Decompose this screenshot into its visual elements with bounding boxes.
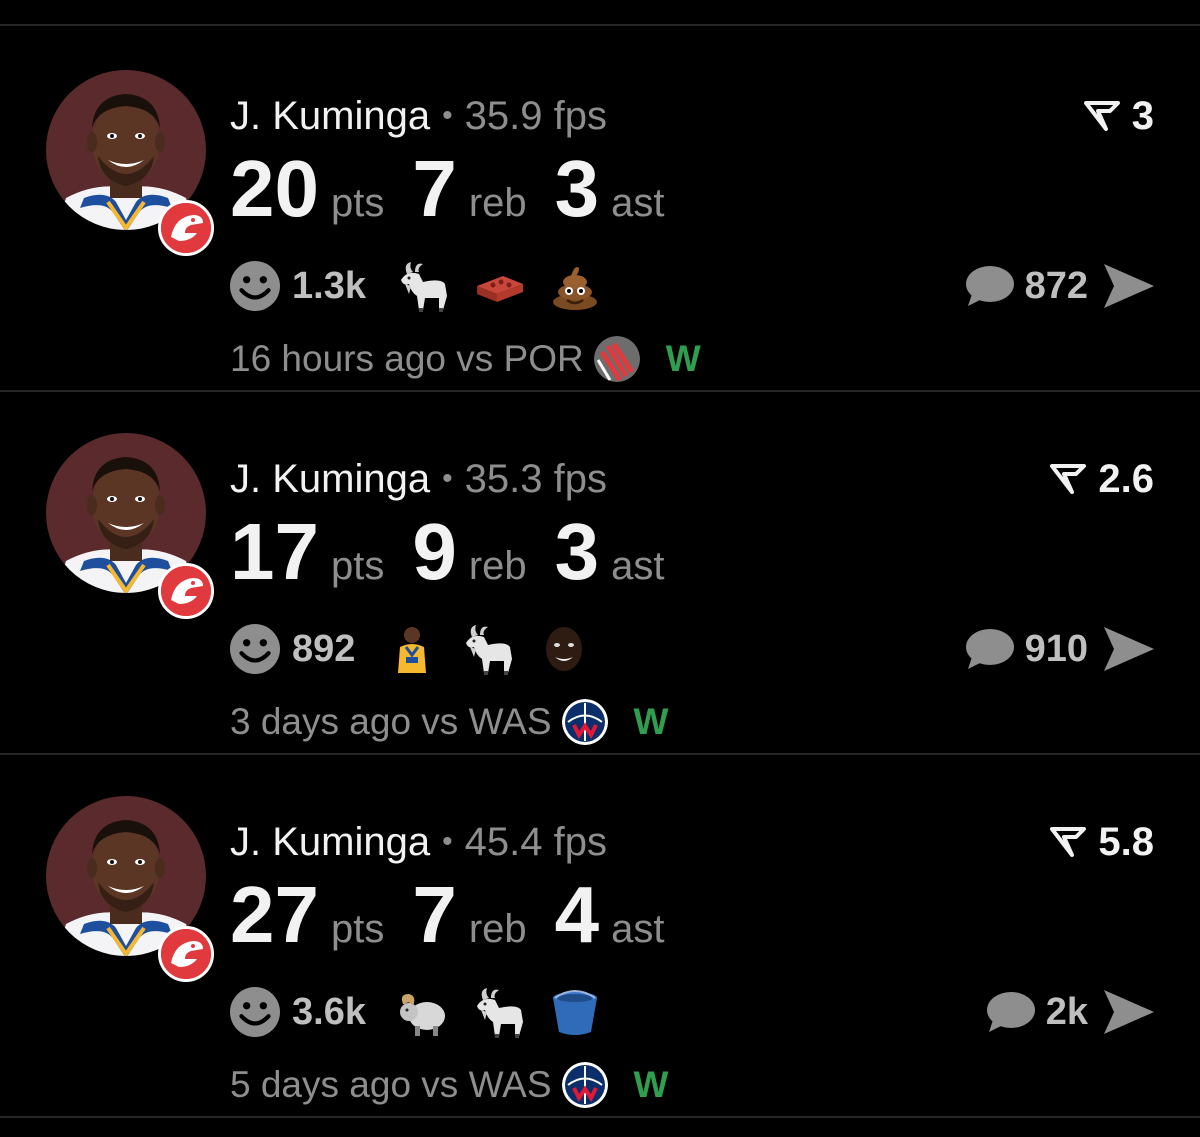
assists-value: 4: [554, 870, 600, 959]
reaction-count: 892: [292, 627, 356, 670]
game-meta: 5 days ago vs WAS W: [230, 1060, 668, 1110]
points-value: 27: [230, 870, 319, 959]
player-avatar[interactable]: [46, 796, 214, 982]
points-value: 20: [230, 144, 319, 233]
comments-button[interactable]: 910: [965, 621, 1088, 677]
comment-icon: [986, 992, 1035, 1032]
stat-line: 27 pts 7 reb 4 ast: [230, 870, 693, 960]
comments-button[interactable]: 2k: [986, 984, 1088, 1040]
player-sticker[interactable]: [385, 622, 439, 676]
send-arrow-icon: [1104, 990, 1154, 1034]
bucket-emoji[interactable]: [548, 985, 602, 1039]
post-title: J. Kuminga • 35.9 fps: [230, 92, 607, 140]
poop-emoji[interactable]: [548, 259, 602, 313]
hawks-logo-icon: [158, 563, 214, 619]
comment-count: 910: [1024, 627, 1088, 670]
wizards-logo-icon[interactable]: [561, 699, 608, 745]
reactions: 1.3k: [230, 258, 624, 314]
rating-badge[interactable]: 5.8: [1050, 818, 1154, 866]
smile-react-icon[interactable]: [230, 987, 280, 1037]
player-name[interactable]: J. Kuminga: [230, 820, 430, 864]
rebounds-label: reb: [468, 907, 527, 951]
game-post-card[interactable]: J. Kuminga • 35.9 fps 3 20 pts 7 reb 3 ast 1.…: [0, 26, 1200, 388]
assists-label: ast: [611, 544, 665, 588]
reaction-count: 3.6k: [292, 990, 366, 1033]
rating-icon: [1050, 464, 1087, 494]
comment-icon: [965, 629, 1014, 669]
assists-value: 3: [554, 144, 600, 233]
game-result: W: [633, 1064, 669, 1105]
hawks-logo-icon: [158, 926, 214, 982]
rating-value: 3: [1131, 94, 1154, 138]
wizards-logo-icon[interactable]: [561, 1062, 608, 1108]
game-time-opponent: 3 days ago vs WAS: [230, 701, 552, 742]
game-meta: 16 hours ago vs POR W: [230, 334, 701, 384]
points-label: pts: [330, 907, 385, 951]
player-avatar[interactable]: [46, 433, 214, 619]
separator-dot: •: [442, 99, 453, 132]
divider: [0, 1116, 1200, 1118]
game-time-opponent: 16 hours ago vs POR: [230, 338, 584, 379]
rating-badge[interactable]: 2.6: [1050, 455, 1154, 503]
player-avatar[interactable]: [46, 70, 214, 256]
post-title: J. Kuminga • 45.4 fps: [230, 818, 607, 866]
smile-react-icon[interactable]: [230, 261, 280, 311]
comment-icon: [965, 266, 1014, 306]
smile-react-icon[interactable]: [230, 624, 280, 674]
stat-line: 20 pts 7 reb 3 ast: [230, 144, 693, 234]
rating-value: 2.6: [1098, 457, 1154, 501]
send-arrow-icon: [1104, 264, 1154, 308]
reaction-count: 1.3k: [292, 264, 366, 307]
game-time-opponent: 5 days ago vs WAS: [230, 1064, 552, 1105]
rebounds-value: 7: [412, 870, 457, 959]
points-value: 17: [230, 507, 319, 596]
separator-dot: •: [442, 825, 453, 858]
game-post-card[interactable]: J. Kuminga • 45.4 fps 5.8 27 pts 7 reb 4 ast …: [0, 752, 1200, 1114]
rebounds-value: 7: [412, 144, 457, 233]
share-button[interactable]: [1102, 986, 1156, 1038]
player-name[interactable]: J. Kuminga: [230, 94, 430, 138]
player-face-sticker[interactable]: [537, 622, 591, 676]
rebounds-value: 9: [412, 507, 457, 596]
reactions: 3.6k: [230, 984, 624, 1040]
rebounds-label: reb: [468, 544, 527, 588]
player-name[interactable]: J. Kuminga: [230, 457, 430, 501]
points-label: pts: [330, 544, 385, 588]
goat-emoji[interactable]: [472, 985, 526, 1039]
points-label: pts: [330, 181, 385, 225]
game-result: W: [633, 701, 669, 742]
ram-emoji[interactable]: [396, 985, 450, 1039]
fantasy-points: 35.3 fps: [464, 457, 607, 501]
rating-icon: [1050, 827, 1087, 857]
blazers-logo-icon[interactable]: [594, 336, 640, 382]
rating-badge[interactable]: 3: [1083, 92, 1154, 140]
rating-icon: [1083, 101, 1120, 131]
assists-label: ast: [611, 181, 665, 225]
send-arrow-icon: [1104, 627, 1154, 671]
share-button[interactable]: [1102, 260, 1156, 312]
game-result: W: [665, 338, 701, 379]
goat-emoji[interactable]: [461, 622, 515, 676]
post-title: J. Kuminga • 35.3 fps: [230, 455, 607, 503]
fantasy-points: 35.9 fps: [464, 94, 607, 138]
comment-count: 872: [1024, 264, 1088, 307]
comment-count: 2k: [1045, 990, 1088, 1033]
game-meta: 3 days ago vs WAS W: [230, 697, 668, 747]
separator-dot: •: [442, 462, 453, 495]
goat-emoji[interactable]: [396, 259, 450, 313]
rating-value: 5.8: [1098, 820, 1154, 864]
share-button[interactable]: [1102, 623, 1156, 675]
assists-label: ast: [611, 907, 665, 951]
reactions: 892: [230, 621, 613, 677]
brick-emoji[interactable]: [472, 259, 526, 313]
assists-value: 3: [554, 507, 600, 596]
hawks-logo-icon: [158, 200, 214, 256]
game-post-card[interactable]: J. Kuminga • 35.3 fps 2.6 17 pts 9 reb 3 ast …: [0, 389, 1200, 751]
fantasy-points: 45.4 fps: [464, 820, 607, 864]
rebounds-label: reb: [468, 181, 527, 225]
comments-button[interactable]: 872: [965, 258, 1088, 314]
stat-line: 17 pts 9 reb 3 ast: [230, 507, 693, 597]
